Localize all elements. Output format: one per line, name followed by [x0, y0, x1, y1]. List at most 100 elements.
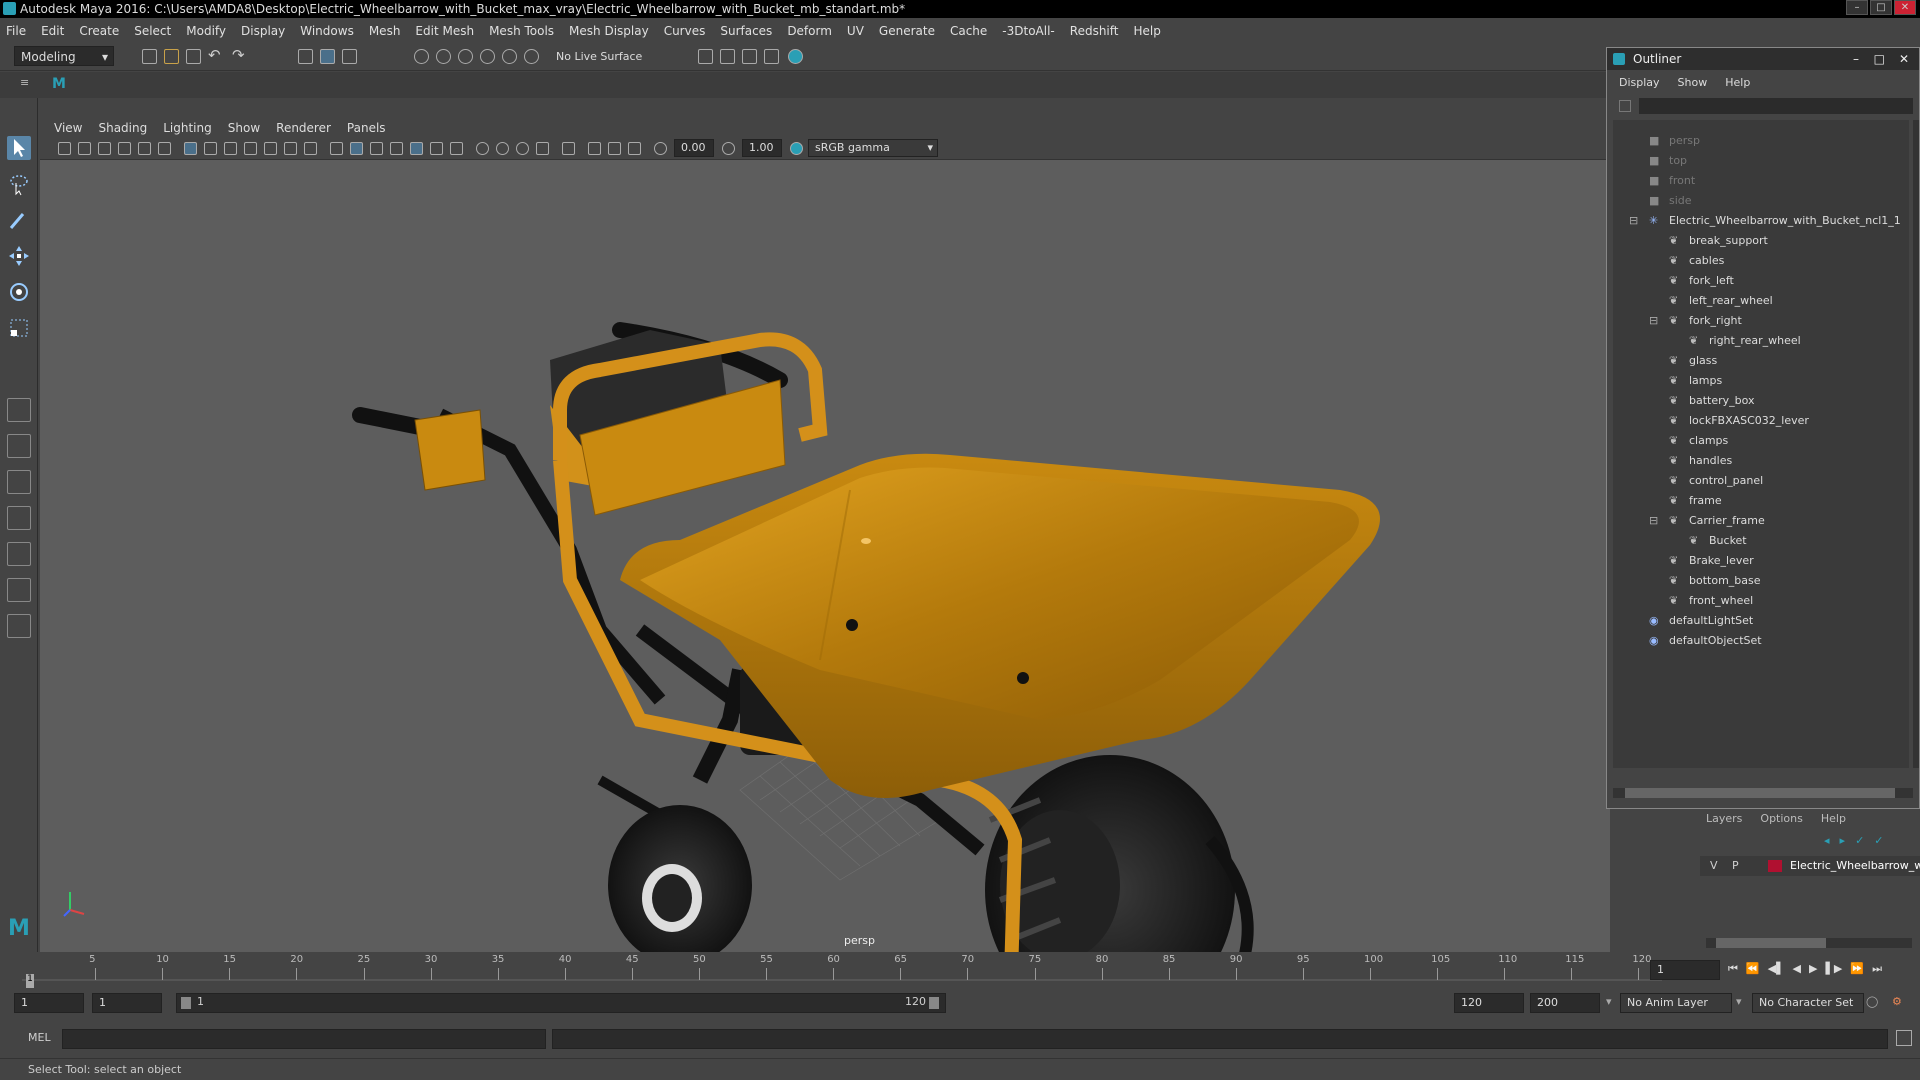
- 2d-pan-zoom-icon[interactable]: [138, 142, 151, 155]
- color-management-icon[interactable]: [790, 142, 803, 155]
- step-back-frame-icon[interactable]: ◀▌: [1768, 962, 1785, 976]
- live-surface-label[interactable]: No Live Surface: [556, 50, 642, 63]
- menu-windows[interactable]: Windows: [300, 24, 354, 38]
- mel-label[interactable]: MEL: [28, 1031, 51, 1044]
- hypershade-icon[interactable]: [788, 49, 803, 64]
- panel-menu-panels[interactable]: Panels: [347, 121, 386, 135]
- tree-item[interactable]: ❦ battery_box: [1613, 392, 1903, 410]
- smooth-shade-icon[interactable]: [350, 142, 363, 155]
- tree-item[interactable]: ⊟ ❦ Carrier_frame: [1613, 512, 1903, 530]
- tree-item-camera[interactable]: ■ persp: [1613, 132, 1903, 150]
- shelf-menu-icon[interactable]: ≡: [20, 76, 29, 89]
- close-button[interactable]: ✕: [1894, 0, 1916, 15]
- menu-generate[interactable]: Generate: [879, 24, 935, 38]
- menu-mesh-display[interactable]: Mesh Display: [569, 24, 649, 38]
- persp-outliner-layout-icon[interactable]: [7, 506, 31, 530]
- tree-item-root-group[interactable]: ⊟ ✳ Electric_Wheelbarrow_with_Bucket_ncl1_…: [1613, 212, 1903, 230]
- menu-cache[interactable]: Cache: [950, 24, 987, 38]
- playback-start-field[interactable]: 1: [92, 993, 162, 1013]
- four-view-layout-icon[interactable]: [7, 434, 31, 458]
- snap-projected-icon[interactable]: [524, 49, 539, 64]
- rotate-tool-icon[interactable]: [7, 280, 31, 304]
- minimize-button[interactable]: –: [1846, 0, 1868, 15]
- move-layer-up-icon[interactable]: ◂: [1824, 834, 1830, 847]
- isolate-select-icon[interactable]: [562, 142, 575, 155]
- menu-select[interactable]: Select: [134, 24, 171, 38]
- tree-item[interactable]: ❦ Bucket: [1613, 532, 1903, 550]
- field-chart-icon[interactable]: [264, 142, 277, 155]
- menu-mesh-tools[interactable]: Mesh Tools: [489, 24, 554, 38]
- outliner-vertical-scrollbar[interactable]: [1913, 120, 1919, 768]
- tree-item-set[interactable]: ◉ defaultLightSet: [1613, 612, 1903, 630]
- tree-item[interactable]: ❦ control_panel: [1613, 472, 1903, 490]
- layer-playback-toggle[interactable]: P: [1732, 856, 1739, 876]
- resolution-gate-icon[interactable]: [224, 142, 237, 155]
- grease-pencil-icon[interactable]: [158, 142, 171, 155]
- perspective-viewport[interactable]: persp: [40, 160, 1610, 952]
- exposure-field[interactable]: 0.00: [674, 139, 714, 157]
- filter-icon[interactable]: [1619, 100, 1631, 112]
- menu-edit-mesh[interactable]: Edit Mesh: [415, 24, 474, 38]
- character-set-select[interactable]: No Character Set: [1752, 993, 1864, 1013]
- step-back-key-icon[interactable]: ⏪: [1746, 962, 1760, 976]
- lasso-tool-icon[interactable]: [7, 172, 31, 196]
- wireframe-icon[interactable]: [330, 142, 343, 155]
- hypershade-layout-icon[interactable]: [7, 578, 31, 602]
- current-frame-field[interactable]: 1: [1650, 960, 1720, 980]
- chevron-down-icon[interactable]: ▾: [1736, 995, 1742, 1008]
- menu-file[interactable]: File: [6, 24, 26, 38]
- layer-row[interactable]: V P Electric_Wheelbarrow_w: [1700, 856, 1920, 876]
- minimize-icon[interactable]: –: [1853, 48, 1859, 70]
- move-layer-down-icon[interactable]: ▸: [1840, 834, 1846, 847]
- script-editor-icon[interactable]: [1896, 1030, 1912, 1046]
- snap-grid-icon[interactable]: [414, 49, 429, 64]
- tree-item-camera[interactable]: ■ side: [1613, 192, 1903, 210]
- scale-tool-icon[interactable]: [7, 316, 31, 340]
- auto-key-icon[interactable]: ◯: [1866, 995, 1878, 1008]
- end-time-field[interactable]: 200: [1530, 993, 1600, 1013]
- menu-edit[interactable]: Edit: [41, 24, 64, 38]
- command-input[interactable]: [62, 1029, 546, 1049]
- redo-icon[interactable]: ↷: [232, 46, 245, 64]
- new-layer-selected-icon[interactable]: ✓: [1855, 834, 1864, 847]
- step-forward-key-icon[interactable]: ⏩: [1850, 962, 1864, 976]
- panel-menu-shading[interactable]: Shading: [98, 121, 147, 135]
- step-forward-frame-icon[interactable]: ▌▶: [1825, 962, 1842, 976]
- tree-item[interactable]: ❦ Brake_lever: [1613, 552, 1903, 570]
- default-material-icon[interactable]: [370, 142, 383, 155]
- image-plane-icon[interactable]: [118, 142, 131, 155]
- tree-item[interactable]: ❦ break_support: [1613, 232, 1903, 250]
- maya-home-icon[interactable]: M: [7, 916, 31, 941]
- screen-space-ao-icon[interactable]: [476, 142, 489, 155]
- collapse-icon[interactable]: ⊟: [1649, 512, 1658, 530]
- film-gate-icon[interactable]: [204, 142, 217, 155]
- range-end-handle[interactable]: [929, 997, 939, 1009]
- tree-item[interactable]: ❦ left_rear_wheel: [1613, 292, 1903, 310]
- playback-end-field[interactable]: 120: [1454, 993, 1524, 1013]
- wireframe-on-shaded-icon[interactable]: [390, 142, 403, 155]
- more-layouts-icon[interactable]: [7, 614, 31, 638]
- depth-of-field-icon[interactable]: [536, 142, 549, 155]
- snap-view-plane-icon[interactable]: [480, 49, 495, 64]
- layers-menu-help[interactable]: Help: [1821, 812, 1846, 825]
- outliner-search-field[interactable]: [1639, 98, 1913, 114]
- use-all-lights-icon[interactable]: [430, 142, 443, 155]
- bookmark-icon[interactable]: [98, 142, 111, 155]
- tree-item[interactable]: ⊟ ❦ fork_right: [1613, 312, 1903, 330]
- panel-menu-show[interactable]: Show: [228, 121, 260, 135]
- move-tool-icon[interactable]: [7, 244, 31, 268]
- xray-joints-icon[interactable]: [608, 142, 621, 155]
- render-current-icon[interactable]: [720, 49, 735, 64]
- outliner-horizontal-scrollbar[interactable]: [1613, 788, 1913, 798]
- play-backward-icon[interactable]: ◀: [1793, 962, 1801, 976]
- tree-item[interactable]: ❦ fork_left: [1613, 272, 1903, 290]
- tree-item[interactable]: ❦ cables: [1613, 252, 1903, 270]
- outliner-menu-show[interactable]: Show: [1678, 76, 1708, 89]
- maya-logo-icon[interactable]: M: [52, 76, 70, 94]
- select-by-hierarchy-icon[interactable]: [298, 49, 313, 64]
- paint-select-icon[interactable]: [7, 208, 31, 232]
- snap-curve-icon[interactable]: [436, 49, 451, 64]
- menu-surfaces[interactable]: Surfaces: [720, 24, 772, 38]
- tree-item[interactable]: ❦ frame: [1613, 492, 1903, 510]
- layer-visibility-toggle[interactable]: V: [1710, 856, 1718, 876]
